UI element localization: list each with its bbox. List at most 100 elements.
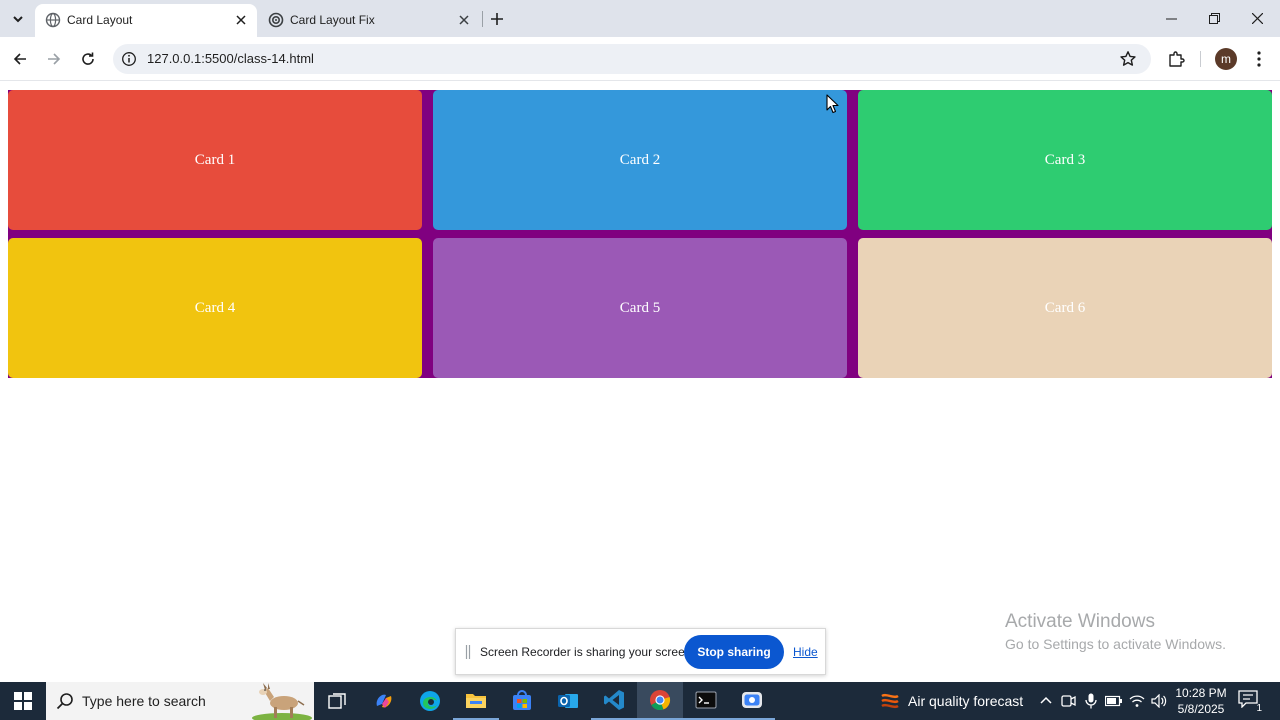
tab-card-layout-fix[interactable]: Card Layout Fix [258,4,480,37]
profile-avatar[interactable]: m [1215,48,1237,70]
tab-separator [482,11,483,27]
arrow-left-icon [13,53,26,65]
notification-badge: 1 [1256,703,1262,714]
page-viewport: Card 1 Card 2 Card 3 Card 4 Card 5 Card … [0,82,1280,682]
puzzle-icon [1169,51,1185,67]
windows-logo-icon [14,692,32,710]
taskbar-search-box[interactable]: Type here to search [46,682,314,720]
globe-icon [45,12,61,28]
extensions-button[interactable] [1163,46,1189,72]
chrome-button[interactable] [637,682,683,720]
mouse-cursor-icon [826,94,839,114]
browser-toolbar: m [0,37,1280,81]
tab-title: Card Layout [67,13,133,27]
card-6: Card 6 [858,238,1272,378]
meet-now-tray[interactable] [1058,691,1078,711]
screen-recorder-button[interactable] [729,682,775,720]
reload-button[interactable] [75,46,101,72]
close-icon[interactable] [233,12,249,28]
clock-date: 5/8/2025 [1177,702,1225,716]
card-5: Card 5 [433,238,847,378]
chevron-up-icon [1040,696,1052,704]
microphone-tray[interactable] [1081,691,1101,711]
clock-time: 10:28 PM [1175,686,1227,700]
copilot-button[interactable] [361,682,407,720]
terminal-button[interactable] [683,682,729,720]
url-input[interactable] [147,51,1047,66]
stop-sharing-button[interactable]: Stop sharing [684,635,784,669]
hide-link[interactable]: Hide [793,645,818,659]
drag-handle-icon[interactable] [465,645,471,659]
windows-taskbar: Type here to search Air quality forecast… [0,682,1280,720]
tab-search-button[interactable] [6,7,30,31]
wifi-icon [1129,695,1145,707]
vscode-button[interactable] [591,682,637,720]
weather-text: Air quality forecast [908,693,1024,709]
search-placeholder: Type here to search [82,693,206,709]
card-2: Card 2 [433,90,847,230]
show-hidden-icons-button[interactable] [1036,691,1056,711]
outlook-icon [558,694,578,708]
weather-widget[interactable]: Air quality forecast [880,682,1023,720]
chrome-icon [650,690,671,711]
close-window-button[interactable] [1236,0,1279,37]
store-button[interactable] [499,682,545,720]
forward-button[interactable] [41,46,67,72]
edge-icon [420,691,440,711]
info-icon[interactable] [121,51,137,67]
back-button[interactable] [7,46,33,72]
donkey-illustration-icon [252,683,312,720]
tab-card-layout[interactable]: Card Layout [35,4,257,37]
battery-icon [1105,695,1122,707]
file-explorer-button[interactable] [453,682,499,720]
plus-icon [491,13,503,25]
terminal-icon [695,691,717,709]
restore-icon [1209,13,1220,24]
notification-center-button[interactable]: 1 [1238,690,1262,714]
activate-windows-watermark: Activate Windows Go to Settings to activ… [1005,611,1226,652]
reload-icon [82,52,94,65]
address-bar[interactable] [113,44,1151,74]
notification-icon [1238,690,1258,709]
start-button[interactable] [0,682,46,720]
toolbar-separator [1200,51,1201,67]
watermark-title: Activate Windows [1005,611,1155,632]
copilot-icon [376,694,392,708]
battery-tray[interactable] [1104,691,1124,711]
card-1: Card 1 [8,90,422,230]
edge-button[interactable] [407,682,453,720]
volume-tray[interactable] [1149,691,1169,711]
watermark-subtitle: Go to Settings to activate Windows. [1005,636,1226,652]
card-3: Card 3 [858,90,1272,230]
system-clock[interactable]: 10:28 PM 5/8/2025 [1170,685,1232,717]
store-icon [513,690,531,710]
screen-share-bar: Screen Recorder is sharing your screen. … [455,628,826,675]
microphone-icon [1085,693,1097,709]
meet-now-icon [1061,695,1076,707]
close-icon [1252,13,1263,24]
tab-title: Card Layout Fix [290,13,375,27]
share-message: Screen Recorder is sharing your screen. [480,645,695,659]
speaker-icon [1151,694,1167,708]
star-icon[interactable] [1119,50,1137,68]
task-view-button[interactable] [314,682,360,720]
chevron-down-icon [13,16,23,23]
file-explorer-icon [466,694,486,708]
menu-button[interactable] [1246,46,1272,72]
tab-strip: Card Layout Card Layout Fix [0,0,1280,37]
vscode-icon [604,690,624,710]
minimize-icon [1166,18,1177,20]
new-tab-button[interactable] [486,8,508,30]
air-quality-icon [881,693,899,709]
outlook-button[interactable] [545,682,591,720]
card-4: Card 4 [8,238,422,378]
target-icon [268,12,284,28]
restore-button[interactable] [1193,0,1236,37]
card-grid: Card 1 Card 2 Card 3 Card 4 Card 5 Card … [8,90,1272,378]
search-icon [56,693,73,710]
network-tray[interactable] [1127,691,1147,711]
arrow-right-icon [48,53,61,65]
screen-recorder-icon [742,692,762,708]
close-icon[interactable] [456,12,472,28]
minimize-button[interactable] [1150,0,1193,37]
